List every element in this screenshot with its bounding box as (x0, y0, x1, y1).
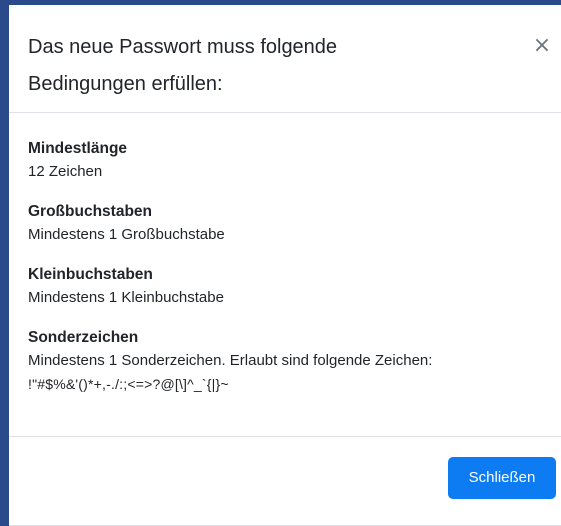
rule-description: Mindestens 1 Sonderzeichen. Erlaubt sind… (28, 352, 433, 369)
modal-header: Das neue Passwort muss folgende Bedingun… (9, 5, 561, 113)
rule-description: Mindestens 1 Großbuchstabe (28, 226, 225, 243)
rule-title: Großbuchstaben (28, 203, 153, 220)
rule-uppercase: Großbuchstaben Mindestens 1 Großbuchstab… (28, 201, 548, 247)
close-icon[interactable]: × (529, 33, 555, 59)
allowed-special-chars: !"#$%&'()*+,-./:;<=>?@[\]^_`{|}~ (28, 376, 229, 392)
close-button[interactable]: Schließen (448, 457, 556, 499)
rule-lowercase: Kleinbuchstaben Mindestens 1 Kleinbuchst… (28, 264, 548, 310)
page: Das neue Passwort muss folgende Bedingun… (0, 0, 561, 526)
modal-footer: Schließen (9, 438, 561, 526)
rule-title: Mindestlänge (28, 140, 128, 157)
rule-title: Sonderzeichen (28, 329, 139, 346)
modal-body: Mindestlänge 12 Zeichen Großbuchstaben M… (9, 114, 561, 437)
rule-description: 12 Zeichen (28, 163, 103, 180)
modal-title: Das neue Passwort muss folgende Bedingun… (28, 36, 338, 95)
rule-title: Kleinbuchstaben (28, 266, 153, 283)
rule-special-chars: Sonderzeichen Mindestens 1 Sonderzeichen… (28, 327, 548, 395)
rule-min-length: Mindestlänge 12 Zeichen (28, 138, 548, 184)
window-frame-left (0, 0, 9, 526)
password-requirements-modal: Das neue Passwort muss folgende Bedingun… (9, 5, 561, 526)
rule-description: Mindestens 1 Kleinbuchstabe (28, 289, 224, 306)
